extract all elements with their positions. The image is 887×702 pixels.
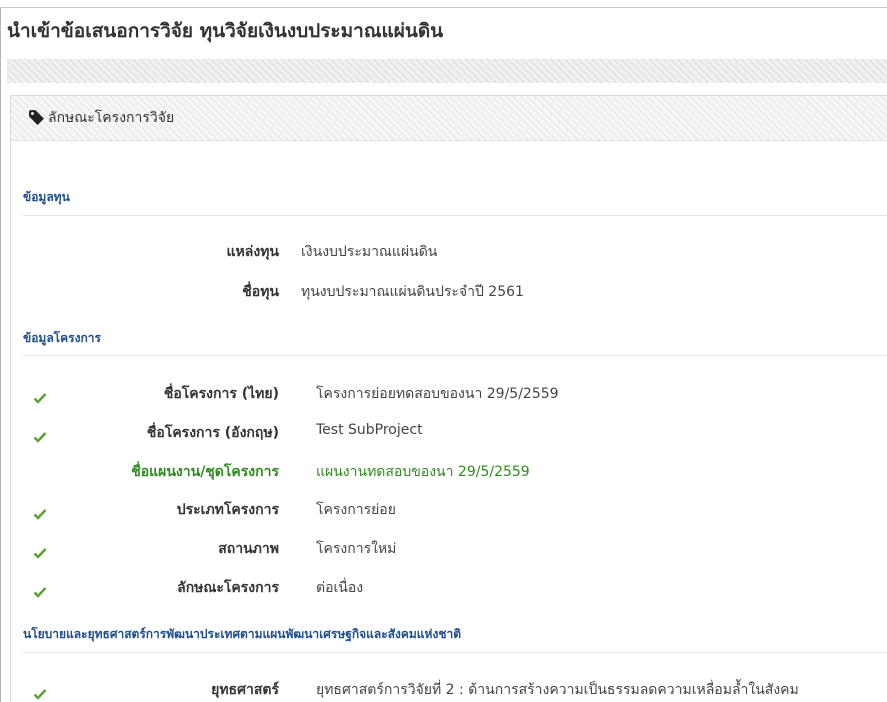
label-funding-source: แหล่งทุน [226, 244, 279, 260]
header-band [7, 59, 887, 83]
page-title: นำเข้าข้อเสนอการวิจัย ทุนวิจัยเงินงบประม… [7, 20, 444, 42]
check-icon [33, 548, 47, 559]
tag-icon [29, 110, 44, 125]
label-project-name-english: ชื่อโครงการ (อังกฤษ) [146, 425, 279, 441]
section-title-policy: นโยบายและยุทธศาสตร์การพัฒนาประเทศตามแผนพ… [23, 627, 461, 641]
card-header: ลักษณะโครงการวิจัย [11, 96, 887, 141]
label-strategy: ยุทธศาสตร์ [211, 682, 279, 698]
check-icon [33, 587, 47, 598]
section-divider [23, 355, 887, 356]
check-icon [33, 432, 47, 443]
value-project-type: โครงการย่อย [316, 502, 396, 518]
value-funding-source: เงินงบประมาณแผ่นดิน [301, 244, 438, 260]
value-project-character: ต่อเนื่อง [316, 580, 364, 596]
card-title: ลักษณะโครงการวิจัย [48, 110, 175, 126]
label-project-status: สถานภาพ [218, 541, 279, 557]
label-project-character: ลักษณะโครงการ [177, 580, 279, 596]
value-project-name-thai: โครงการย่อยทดสอบของนา 29/5/2559 [316, 386, 559, 402]
value-project-status: โครงการใหม่ [316, 541, 397, 557]
value-strategy: ยุทธศาสตร์การวิจัยที่ 2 : ด้านการสร้างคว… [316, 682, 799, 698]
label-project-name-thai: ชื่อโครงการ (ไทย) [163, 386, 279, 402]
label-fund-name: ชื่อทุน [242, 284, 279, 300]
check-icon [33, 509, 47, 520]
value-program-name: แผนงานทดสอบของนา 29/5/2559 [316, 464, 530, 480]
label-project-type: ประเภทโครงการ [176, 502, 279, 518]
check-icon [33, 393, 47, 404]
check-icon [33, 689, 47, 700]
value-fund-name: ทุนงบประมาณแผ่นดินประจำปี 2561 [301, 284, 524, 300]
section-divider [23, 652, 887, 653]
section-divider [23, 215, 887, 216]
label-program-name: ชื่อแผนงาน/ชุดโครงการ [131, 464, 279, 480]
section-title-project: ข้อมูลโครงการ [23, 331, 101, 345]
value-project-name-english: Test SubProject [316, 422, 423, 438]
section-title-funding: ข้อมูลทุน [23, 190, 70, 204]
top-edge [0, 0, 887, 7]
